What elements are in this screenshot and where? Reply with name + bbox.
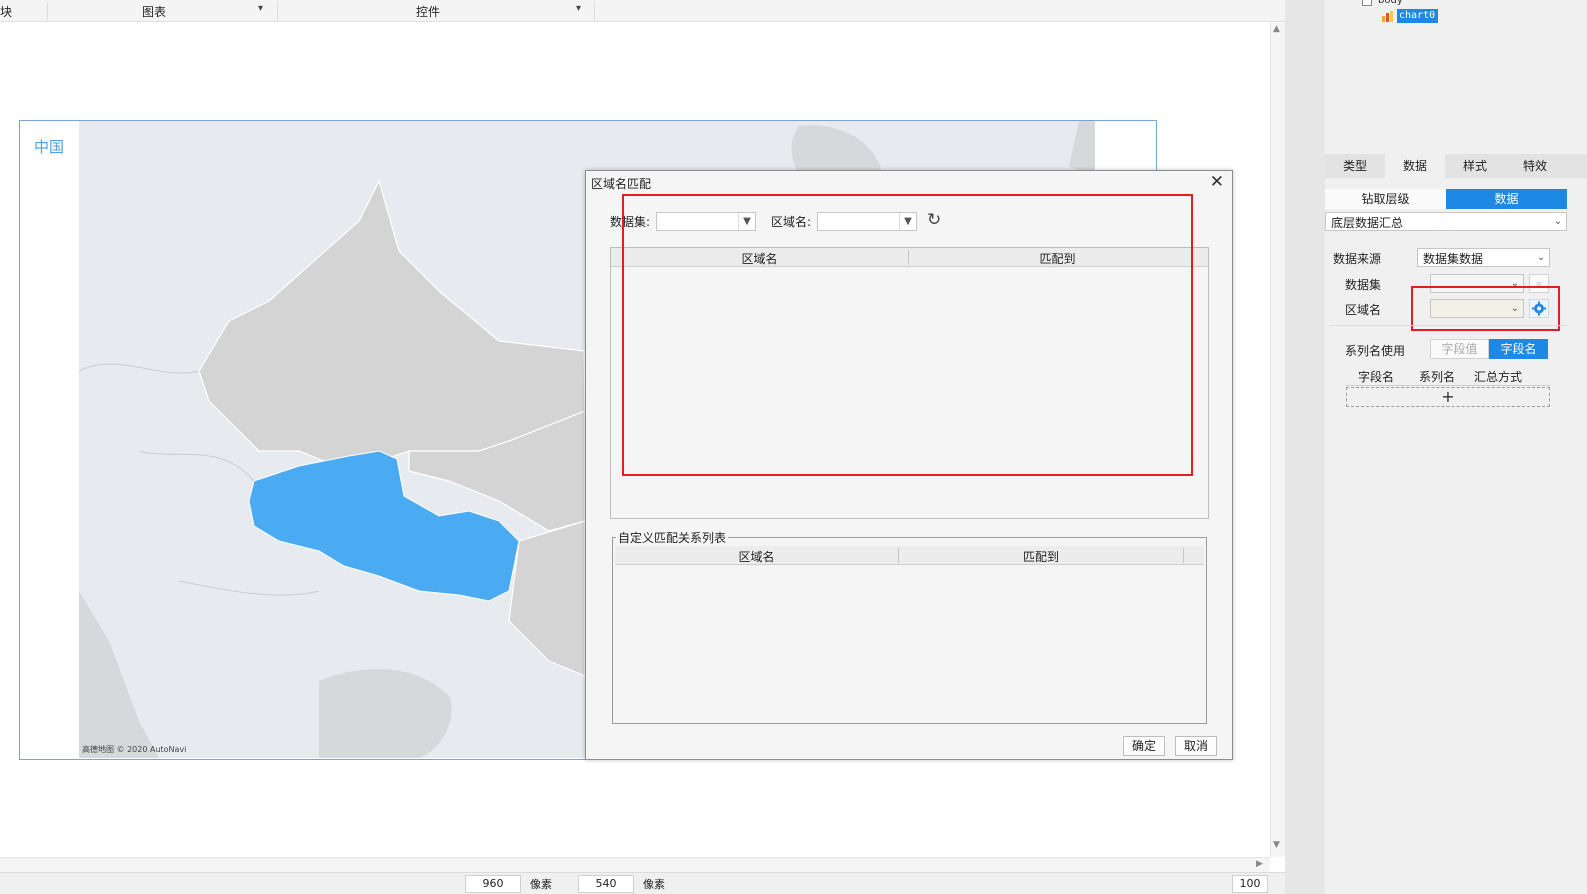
map-region-grey[interactable]: [508, 520, 586, 677]
toolbar-divider: [277, 2, 278, 20]
ok-button[interactable]: 确定: [1123, 736, 1165, 756]
subtab-drill-level[interactable]: 钻取层级: [1325, 189, 1446, 209]
column-aggregation: 汇总方式: [1474, 370, 1523, 384]
properties-panel: [1325, 0, 1587, 894]
annotation-box: [622, 194, 1193, 476]
tree-node-chart0[interactable]: chart0: [1397, 9, 1438, 23]
border-line: [178, 580, 320, 596]
dataset-label: 数据集: [1345, 278, 1382, 292]
map-region-grey[interactable]: [198, 179, 586, 472]
level-select[interactable]: 底层数据汇总 ⌄: [1325, 212, 1567, 231]
close-icon[interactable]: ✕: [1210, 172, 1224, 192]
water-body: [79, 591, 159, 758]
border-line: [79, 363, 200, 374]
status-bar: 960 像素 540 像素 100: [0, 872, 1285, 894]
data-source-label: 数据来源: [1333, 252, 1382, 266]
tree-node-body[interactable]: body: [1378, 0, 1403, 6]
subtab-data[interactable]: 数据: [1446, 189, 1567, 209]
tab-data[interactable]: 数据: [1385, 154, 1445, 178]
scroll-down-icon[interactable]: ▼: [1273, 840, 1280, 850]
chevron-down-icon[interactable]: ▾: [258, 3, 263, 14]
vertical-scrollbar[interactable]: ▲ ▼: [1270, 22, 1285, 857]
table-header: 区域名 匹配到: [615, 546, 1204, 565]
width-unit: 像素: [530, 878, 552, 891]
page-icon: [1362, 0, 1372, 6]
divider: [1346, 385, 1550, 386]
level-select-value: 底层数据汇总: [1331, 216, 1404, 230]
chart-icon: [1381, 10, 1393, 22]
toggle-field-value[interactable]: 字段值: [1430, 339, 1489, 359]
scroll-up-icon[interactable]: ▲: [1273, 24, 1280, 34]
water-body: [319, 669, 452, 758]
chevron-down-icon[interactable]: ⌄: [1533, 249, 1549, 266]
scroll-right-icon[interactable]: ▶: [1256, 859, 1263, 869]
canvas-height-input[interactable]: 540: [578, 875, 634, 893]
data-source-value: 数据集数据: [1423, 252, 1484, 266]
region-label: 区域名: [1345, 303, 1382, 317]
divider: [1330, 325, 1567, 326]
column-header-match[interactable]: 匹配到: [899, 548, 1183, 565]
horizontal-scrollbar[interactable]: ▶: [0, 857, 1270, 872]
column-series-name: 系列名: [1419, 370, 1456, 384]
cancel-button[interactable]: 取消: [1175, 736, 1217, 756]
toolbar-divider: [47, 2, 48, 20]
custom-match-table[interactable]: 区域名 匹配到: [615, 546, 1204, 721]
series-name-label: 系列名使用: [1345, 344, 1406, 358]
panel-gutter: [1285, 0, 1325, 894]
toolbar-block-label[interactable]: 块: [0, 3, 12, 20]
chart-left-margin: [20, 121, 79, 758]
column-field-name: 字段名: [1358, 370, 1395, 384]
toolbar-widget-label[interactable]: 控件: [416, 3, 440, 20]
tab-effects[interactable]: 特效: [1505, 154, 1565, 178]
custom-match-group-title: 自定义匹配关系列表: [616, 529, 729, 546]
map-title: 中国: [34, 138, 65, 156]
map-credit: 高德地图 © 2020 AutoNavi: [82, 745, 187, 754]
toggle-field-name[interactable]: 字段名: [1489, 339, 1548, 359]
height-unit: 像素: [643, 878, 665, 891]
toolbar-chart-label[interactable]: 图表: [142, 3, 166, 20]
chevron-down-icon[interactable]: ⌄: [1550, 213, 1566, 230]
dialog-title: 区域名匹配: [591, 177, 652, 191]
chevron-down-icon[interactable]: ▾: [576, 3, 581, 14]
tab-style[interactable]: 样式: [1445, 154, 1505, 178]
canvas-width-input[interactable]: 960: [465, 875, 521, 893]
data-source-select[interactable]: 数据集数据 ⌄: [1417, 248, 1550, 267]
add-field-button[interactable]: +: [1346, 387, 1550, 407]
border-line: [138, 450, 255, 482]
zoom-input[interactable]: 100: [1232, 875, 1268, 893]
tab-type[interactable]: 类型: [1325, 154, 1385, 178]
column-header-region[interactable]: 区域名: [615, 548, 898, 565]
column-divider: [1183, 548, 1184, 563]
toolbar-divider: [594, 2, 595, 20]
top-toolbar: 块 图表 ▾ 控件 ▾: [0, 0, 1285, 22]
